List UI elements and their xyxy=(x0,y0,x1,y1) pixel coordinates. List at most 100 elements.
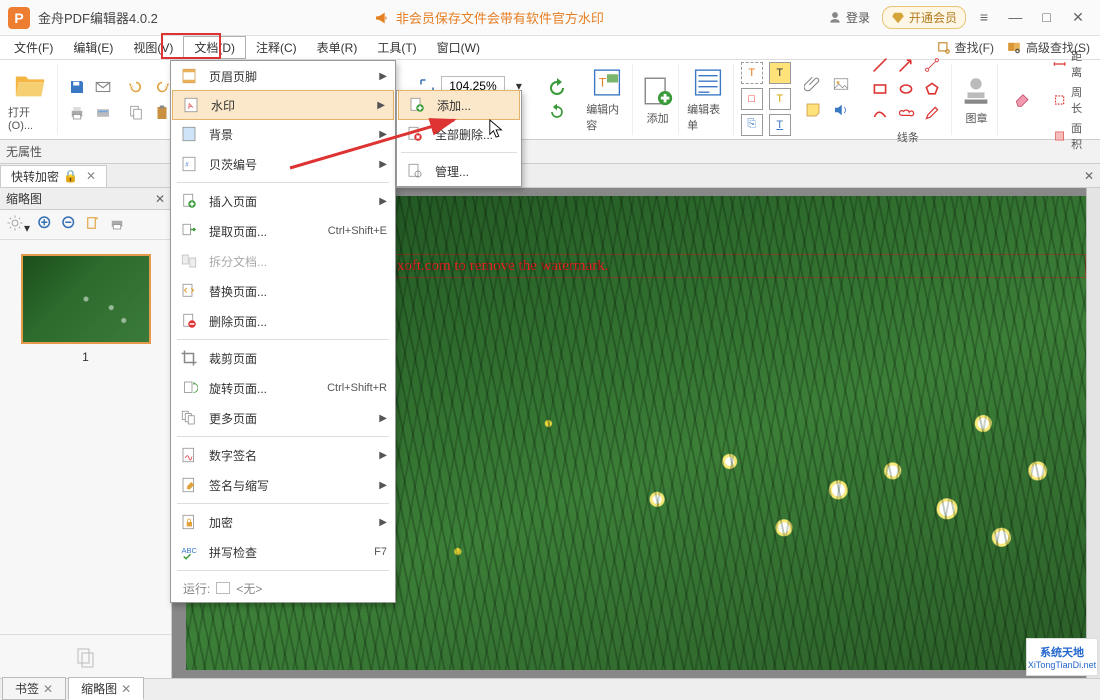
document-menu-item-header-footer[interactable]: 页眉页脚▶ xyxy=(171,61,395,91)
login-button[interactable]: 登录 xyxy=(820,7,878,28)
side-rotate-icon[interactable] xyxy=(84,214,102,235)
menu-edit[interactable]: 编辑(E) xyxy=(63,37,123,58)
side-options-icon[interactable]: ▾ xyxy=(6,214,30,235)
run-row[interactable]: 运行: <无> xyxy=(171,574,395,602)
document-menu-item-rotate-page[interactable]: 旋转页面...Ctrl+Shift+R xyxy=(171,373,395,403)
arrow-icon[interactable] xyxy=(897,57,915,73)
watermark-submenu-item-add[interactable]: 添加... xyxy=(398,90,520,120)
bookmark-tab-label: 书签 xyxy=(15,680,39,697)
page-thumbnail[interactable] xyxy=(21,254,151,344)
ellipse-icon[interactable] xyxy=(897,81,915,97)
watermark-icon: A xyxy=(181,95,201,115)
stamp-icon[interactable] xyxy=(959,74,993,108)
document-menu-item-spellcheck[interactable]: ABC拼写检查F7 xyxy=(171,537,395,567)
add-icon[interactable] xyxy=(641,74,675,108)
line-icon[interactable] xyxy=(871,57,889,73)
watermark-submenu-item-manage[interactable]: 管理... xyxy=(397,156,521,186)
menu-window[interactable]: 窗口(W) xyxy=(427,37,490,58)
rect-icon[interactable] xyxy=(871,81,889,97)
side-zoomin-icon[interactable] xyxy=(36,214,54,235)
side-zoomout-icon[interactable] xyxy=(60,214,78,235)
tab-close-right-icon[interactable]: ✕ xyxy=(1084,169,1100,183)
menu-document[interactable]: 文档(D) xyxy=(183,36,246,59)
submenu-arrow-icon: ▶ xyxy=(379,517,387,528)
vertical-scrollbar[interactable] xyxy=(1086,188,1100,678)
menu-tools[interactable]: 工具(T) xyxy=(367,37,426,58)
save-icon[interactable] xyxy=(65,75,89,99)
edit-form-icon[interactable] xyxy=(691,66,725,99)
sidebar-close-icon[interactable]: ✕ xyxy=(155,192,165,206)
undo-icon[interactable] xyxy=(124,75,148,99)
menu-file[interactable]: 文件(F) xyxy=(4,37,63,58)
user-icon xyxy=(828,11,842,25)
note-icon[interactable] xyxy=(804,101,830,125)
thumb-tab-close-icon[interactable]: ✕ xyxy=(121,682,131,696)
side-print-icon[interactable] xyxy=(108,214,126,235)
document-menu-item-encrypt[interactable]: 加密▶ xyxy=(171,507,395,537)
circle-line-icon[interactable] xyxy=(923,57,941,73)
polygon-icon[interactable] xyxy=(923,81,941,97)
text-box-icon[interactable]: T xyxy=(741,62,767,86)
document-menu-item-delete-page[interactable]: 删除页面... xyxy=(171,306,395,336)
document-menu-item-signature[interactable]: 数字签名▶ xyxy=(171,440,395,470)
bottom-tab-thumbnail[interactable]: 缩略图 ✕ xyxy=(68,677,144,700)
eraser-icon[interactable] xyxy=(1011,88,1035,111)
rotate-right-icon[interactable] xyxy=(545,76,569,100)
pencil-icon[interactable] xyxy=(923,105,941,121)
text-highlight-icon[interactable]: T xyxy=(769,62,795,86)
document-menu-item-replace-page[interactable]: 替换页面... xyxy=(171,276,395,306)
open-label[interactable]: 打开(O)... xyxy=(8,104,53,132)
copy-pages-icon[interactable] xyxy=(74,645,98,669)
menu-comment[interactable]: 注释(C) xyxy=(246,37,307,58)
stamp-label: 图章 xyxy=(965,110,987,126)
watermark-submenu-item-delete-all[interactable]: 全部删除... xyxy=(397,119,521,149)
maximize-button[interactable]: □ xyxy=(1033,9,1061,25)
menu-form[interactable]: 表单(R) xyxy=(307,37,368,58)
bookmark-tab-close-icon[interactable]: ✕ xyxy=(43,682,53,696)
spellcheck-icon: ABC xyxy=(179,542,199,562)
link-box-icon[interactable]: □ xyxy=(741,88,767,112)
bottom-tab-bookmark[interactable]: 书签 ✕ xyxy=(2,677,66,700)
minimize-button[interactable]: — xyxy=(1001,9,1029,25)
submenu-arrow-icon: ▶ xyxy=(379,413,387,424)
replace-page-icon xyxy=(179,281,199,301)
document-menu-item-extract-page[interactable]: 提取页面...Ctrl+Shift+E xyxy=(171,216,395,246)
text-underline-icon[interactable]: T xyxy=(769,114,795,138)
document-menu-item-watermark[interactable]: A水印▶ xyxy=(172,90,394,120)
curve-icon[interactable] xyxy=(871,105,889,121)
menu-item-label: 拆分文档... xyxy=(209,253,267,270)
anchor-icon[interactable]: ⎘ xyxy=(741,114,767,138)
menu-item-label: 替换页面... xyxy=(209,283,267,300)
document-menu-item-more-pages[interactable]: 更多页面▶ xyxy=(171,403,395,433)
close-button[interactable]: ✕ xyxy=(1064,9,1092,26)
menu-button[interactable]: ≡ xyxy=(970,9,998,25)
attach-icon[interactable] xyxy=(804,75,830,99)
copy-icon[interactable] xyxy=(124,101,148,125)
add-icon xyxy=(407,95,427,115)
vip-button[interactable]: 开通会员 xyxy=(882,6,966,29)
open-folder-icon[interactable] xyxy=(13,68,47,102)
image-icon[interactable] xyxy=(832,75,858,99)
find-button[interactable]: 查找(F) xyxy=(931,39,1000,56)
document-menu-item-insert-page[interactable]: 插入页面▶ xyxy=(171,186,395,216)
document-menu-item-crop-page[interactable]: 裁剪页面 xyxy=(171,343,395,373)
scan-icon[interactable] xyxy=(91,101,115,125)
distance-tool[interactable]: 距离 xyxy=(1052,48,1092,80)
login-label: 登录 xyxy=(846,9,870,26)
shortcut-label: Ctrl+Shift+E xyxy=(328,225,387,237)
edit-content-icon[interactable]: T xyxy=(590,66,624,99)
tab-close-icon[interactable]: ✕ xyxy=(86,169,96,183)
rotate-left-icon[interactable] xyxy=(545,100,569,124)
cloud-icon[interactable] xyxy=(897,105,915,121)
audio-icon[interactable] xyxy=(832,101,858,125)
perimeter-tool[interactable]: 周长 xyxy=(1052,84,1092,116)
document-menu-item-background[interactable]: 背景▶ xyxy=(171,119,395,149)
area-tool[interactable]: 面积 xyxy=(1052,120,1092,152)
document-menu-item-bates[interactable]: #贝茨编号▶ xyxy=(171,149,395,179)
print-icon[interactable] xyxy=(65,101,89,125)
menu-view[interactable]: 视图(V) xyxy=(123,37,183,58)
quick-encrypt-tab[interactable]: 快转加密 🔒 ✕ xyxy=(0,165,107,187)
mail-icon[interactable] xyxy=(91,75,115,99)
text-yellow-icon[interactable]: T xyxy=(769,88,795,112)
document-menu-item-initials[interactable]: 签名与缩写▶ xyxy=(171,470,395,500)
